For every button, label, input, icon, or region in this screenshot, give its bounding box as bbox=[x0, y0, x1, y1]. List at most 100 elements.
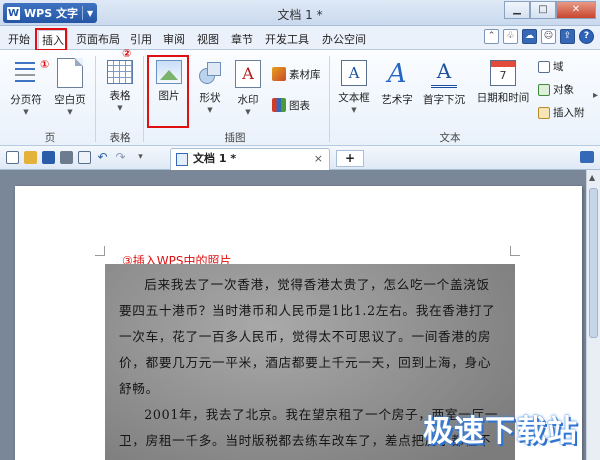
drop-cap-label: 首字下沉 bbox=[423, 94, 465, 106]
site-watermark: 极速下载站 bbox=[423, 414, 578, 449]
menu-bar: 开始 插入 页面布局 引用 审阅 视图 章节 开发工具 办公空间 ⌃ ♧ ☁ ☺… bbox=[0, 26, 600, 50]
chart-label: 图表 bbox=[289, 100, 310, 112]
watermark-button[interactable]: A 水印 ▼ bbox=[230, 60, 266, 116]
tab-references[interactable]: 引用 bbox=[127, 30, 155, 48]
group-label-text: 文本 bbox=[439, 132, 461, 144]
collapse-ribbon-icon[interactable]: ⌃ bbox=[484, 29, 499, 44]
material-library-button[interactable]: 素材库 bbox=[272, 67, 321, 82]
wordart-icon: A bbox=[387, 59, 407, 89]
tab-view[interactable]: 视图 bbox=[194, 30, 222, 48]
group-label-page: 页 bbox=[44, 132, 56, 144]
wordart-button[interactable]: A 艺术字 bbox=[377, 60, 417, 107]
picture-button-highlight bbox=[147, 55, 189, 128]
chevron-down-icon: ▼ bbox=[117, 104, 123, 112]
chevron-down-icon: ▼ bbox=[351, 106, 357, 114]
drop-cap-icon: A bbox=[431, 60, 457, 88]
document-area: ③插入WPS中的照片 后来我去了一次香港，觉得香港太贵了，怎么吃一个盖浇饭要四五… bbox=[0, 170, 600, 460]
document-icon bbox=[176, 153, 188, 166]
object-button[interactable]: 对象 bbox=[538, 82, 574, 97]
blank-page-icon bbox=[57, 58, 83, 88]
page-break-label: 分页符 bbox=[10, 94, 42, 106]
chart-button[interactable]: 图表 bbox=[272, 98, 310, 113]
shape-label: 形状 bbox=[199, 92, 221, 104]
customize-toolbar-icon[interactable]: ▾ bbox=[134, 151, 147, 164]
watermark-icon: A bbox=[235, 60, 261, 88]
new-tab-button[interactable]: + bbox=[336, 150, 364, 167]
textbox-button[interactable]: A 文本框 ▼ bbox=[333, 60, 375, 114]
wordart-label: 艺术字 bbox=[381, 94, 413, 106]
vertical-scrollbar[interactable]: ▲ bbox=[586, 170, 600, 460]
margin-mark bbox=[510, 246, 520, 256]
attachment-icon bbox=[538, 107, 550, 119]
date-time-button[interactable]: 7 日期和时间 bbox=[472, 60, 534, 105]
object-label: 对象 bbox=[553, 84, 574, 96]
document-tab[interactable]: 文档 1 * × bbox=[170, 148, 330, 170]
textbox-icon: A bbox=[341, 60, 367, 86]
chart-icon bbox=[272, 98, 286, 112]
drop-cap-button[interactable]: A 首字下沉 bbox=[419, 60, 469, 107]
textbox-label: 文本框 bbox=[338, 92, 370, 104]
calendar-icon: 7 bbox=[490, 60, 516, 86]
tab-review[interactable]: 审阅 bbox=[160, 30, 188, 48]
chevron-down-icon: ▼ bbox=[23, 108, 29, 116]
tab-home[interactable]: 开始 bbox=[5, 30, 33, 48]
save-icon[interactable] bbox=[42, 151, 55, 164]
cloud-icon[interactable]: ☁ bbox=[522, 29, 537, 44]
scrollbar-thumb[interactable] bbox=[589, 188, 598, 338]
group-divider bbox=[143, 56, 144, 142]
ribbon: 分页符 ▼ ① 空白页 ▼ 页 表格 ▼ ② 表格 图片 形状 ▼ A 水印 ▼… bbox=[0, 47, 600, 146]
blank-page-button[interactable]: 空白页 ▼ bbox=[50, 58, 90, 116]
tab-list-icon[interactable] bbox=[580, 151, 594, 163]
shape-icon bbox=[197, 60, 223, 86]
watermark-label: 水印 bbox=[237, 94, 259, 106]
close-tab-icon[interactable]: × bbox=[314, 149, 323, 169]
print-icon[interactable] bbox=[60, 151, 73, 164]
undo-icon[interactable]: ↶ bbox=[96, 151, 109, 164]
tab-developer[interactable]: 开发工具 bbox=[262, 30, 312, 48]
open-folder-icon[interactable] bbox=[24, 151, 37, 164]
blank-page-label: 空白页 bbox=[54, 94, 86, 106]
insert-tab-highlight bbox=[35, 28, 67, 51]
share-icon[interactable]: ⇪ bbox=[560, 29, 575, 44]
document-tab-label: 文档 1 * bbox=[193, 152, 237, 165]
insert-attachment-button[interactable]: 插入附 bbox=[538, 105, 585, 120]
scroll-up-icon[interactable]: ▲ bbox=[589, 173, 595, 182]
chevron-down-icon: ▼ bbox=[207, 106, 213, 114]
field-icon bbox=[538, 61, 550, 73]
ribbon-scroll-right-icon[interactable]: ▸ bbox=[593, 90, 598, 101]
material-library-icon bbox=[272, 67, 286, 81]
material-library-label: 素材库 bbox=[289, 69, 321, 81]
table-label: 表格 bbox=[109, 90, 131, 102]
margin-mark bbox=[95, 246, 105, 256]
insert-attachment-label: 插入附 bbox=[553, 107, 585, 119]
menu-right-icons: ⌃ ♧ ☁ ☺ ⇪ ? bbox=[484, 29, 594, 44]
skin-icon[interactable]: ♧ bbox=[503, 29, 518, 44]
field-button[interactable]: 域 bbox=[538, 59, 564, 74]
group-divider bbox=[329, 56, 330, 142]
title-bar: W WPS 文字 ▼ 文档 1 * ▁ □ ✕ bbox=[0, 0, 600, 26]
redo-icon[interactable]: ↷ bbox=[114, 151, 127, 164]
table-button[interactable]: 表格 ▼ bbox=[100, 60, 140, 112]
maximize-button[interactable]: □ bbox=[530, 1, 556, 19]
group-label-illustration: 插图 bbox=[224, 132, 246, 144]
annotation-2: ② bbox=[122, 47, 132, 60]
tab-chapter[interactable]: 章节 bbox=[228, 30, 256, 48]
date-time-label: 日期和时间 bbox=[476, 92, 530, 104]
group-label-table: 表格 bbox=[109, 132, 131, 144]
photo-paragraph: 后来我去了一次香港，觉得香港太贵了，怎么吃一个盖浇饭要四五十港币？当时港币和人民… bbox=[119, 277, 496, 396]
shape-button[interactable]: 形状 ▼ bbox=[192, 60, 228, 114]
tab-office-space[interactable]: 办公空间 bbox=[319, 30, 369, 48]
object-icon bbox=[538, 84, 550, 96]
quick-access-bar: ↶ ↷ ▾ 文档 1 * × + bbox=[0, 146, 600, 170]
help-icon[interactable]: ? bbox=[579, 29, 594, 44]
close-button[interactable]: ✕ bbox=[556, 1, 596, 19]
chevron-down-icon: ▼ bbox=[67, 108, 73, 116]
page-break-icon bbox=[13, 58, 39, 88]
tab-page-layout[interactable]: 页面布局 bbox=[73, 30, 123, 48]
print-preview-icon[interactable] bbox=[78, 151, 91, 164]
chevron-down-icon: ▼ bbox=[245, 108, 251, 116]
minimize-button[interactable]: ▁ bbox=[504, 1, 530, 19]
new-document-icon[interactable] bbox=[6, 151, 19, 164]
user-icon[interactable]: ☺ bbox=[541, 29, 556, 44]
group-divider bbox=[95, 56, 96, 142]
